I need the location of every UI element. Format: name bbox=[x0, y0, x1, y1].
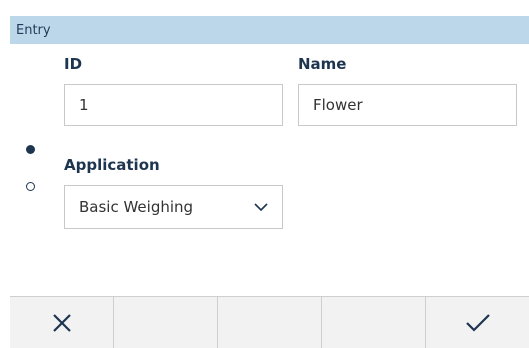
window-title: Entry bbox=[16, 22, 51, 38]
cancel-button[interactable] bbox=[10, 297, 114, 348]
checkmark-icon bbox=[465, 313, 490, 332]
id-value: 1 bbox=[79, 96, 89, 114]
application-value: Basic Weighing bbox=[79, 198, 194, 216]
toolbar-button-2[interactable] bbox=[114, 297, 218, 348]
page-indicator-2[interactable] bbox=[26, 182, 35, 191]
id-field[interactable]: 1 bbox=[64, 84, 283, 126]
application-label: Application bbox=[64, 156, 160, 174]
bottom-toolbar bbox=[10, 296, 529, 348]
title-bar: Entry bbox=[10, 16, 529, 44]
application-select[interactable]: Basic Weighing bbox=[64, 185, 283, 229]
entry-dialog: Entry ID 1 Name Flower Application Basic… bbox=[0, 0, 529, 348]
id-label: ID bbox=[64, 55, 83, 73]
toolbar-button-4[interactable] bbox=[322, 297, 426, 348]
name-value: Flower bbox=[313, 96, 363, 114]
chevron-down-icon bbox=[254, 203, 268, 212]
name-label: Name bbox=[298, 55, 347, 73]
close-icon bbox=[52, 313, 71, 332]
toolbar-button-3[interactable] bbox=[218, 297, 322, 348]
name-field[interactable]: Flower bbox=[298, 84, 517, 126]
confirm-button[interactable] bbox=[426, 297, 529, 348]
page-indicator-1[interactable] bbox=[26, 145, 35, 154]
